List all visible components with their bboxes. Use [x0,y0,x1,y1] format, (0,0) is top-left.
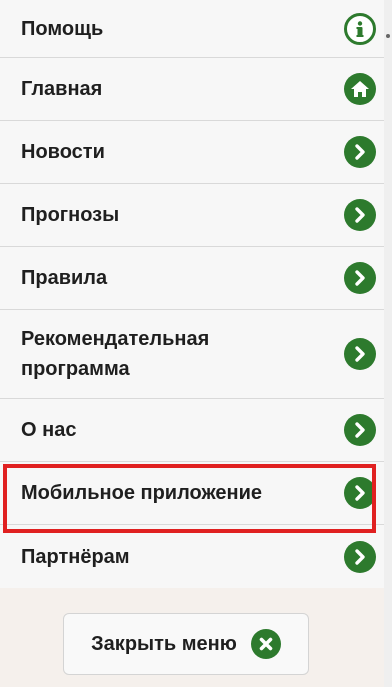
menu-item-partners[interactable]: Партнёрам [0,525,384,588]
close-menu-label: Закрыть меню [91,632,237,655]
side-menu: Помощь Главная Новости Прогнозы Правила … [0,0,384,588]
scroll-indicator [386,34,390,38]
chevron-right-icon [344,262,376,294]
home-icon [344,73,376,105]
menu-item-label: Мобильное приложение [21,482,263,504]
menu-item-mobile-app[interactable]: Мобильное приложение [0,462,384,525]
menu-item-label: Партнёрам [21,545,130,568]
menu-item-label: Помощь [21,17,104,40]
menu-footer: Закрыть меню [0,595,384,687]
menu-item-label: Главная [21,78,103,100]
menu-item-referral-program[interactable]: Рекомендательная программа [0,310,384,399]
menu-item-label: Правила [21,267,108,289]
chevron-right-icon [344,338,376,370]
scroll-edge [384,0,392,687]
menu-item-label: Рекомендательная программа [21,328,210,380]
close-menu-button[interactable]: Закрыть меню [63,613,309,675]
menu-item-label: Прогнозы [21,204,120,226]
info-icon [344,12,376,45]
menu-item-forecasts[interactable]: Прогнозы [0,184,384,247]
chevron-right-icon [344,540,376,573]
chevron-right-icon [344,414,376,446]
menu-item-rules[interactable]: Правила [0,247,384,310]
menu-item-news[interactable]: Новости [0,121,384,184]
close-x-icon [250,629,281,659]
menu-item-label: О нас [21,419,77,441]
chevron-right-icon [344,199,376,231]
menu-item-help[interactable]: Помощь [0,0,384,58]
chevron-right-icon [344,136,376,168]
menu-item-label: Новости [21,141,105,163]
menu-item-home[interactable]: Главная [0,58,384,121]
chevron-right-icon [344,477,376,509]
menu-item-about[interactable]: О нас [0,399,384,462]
